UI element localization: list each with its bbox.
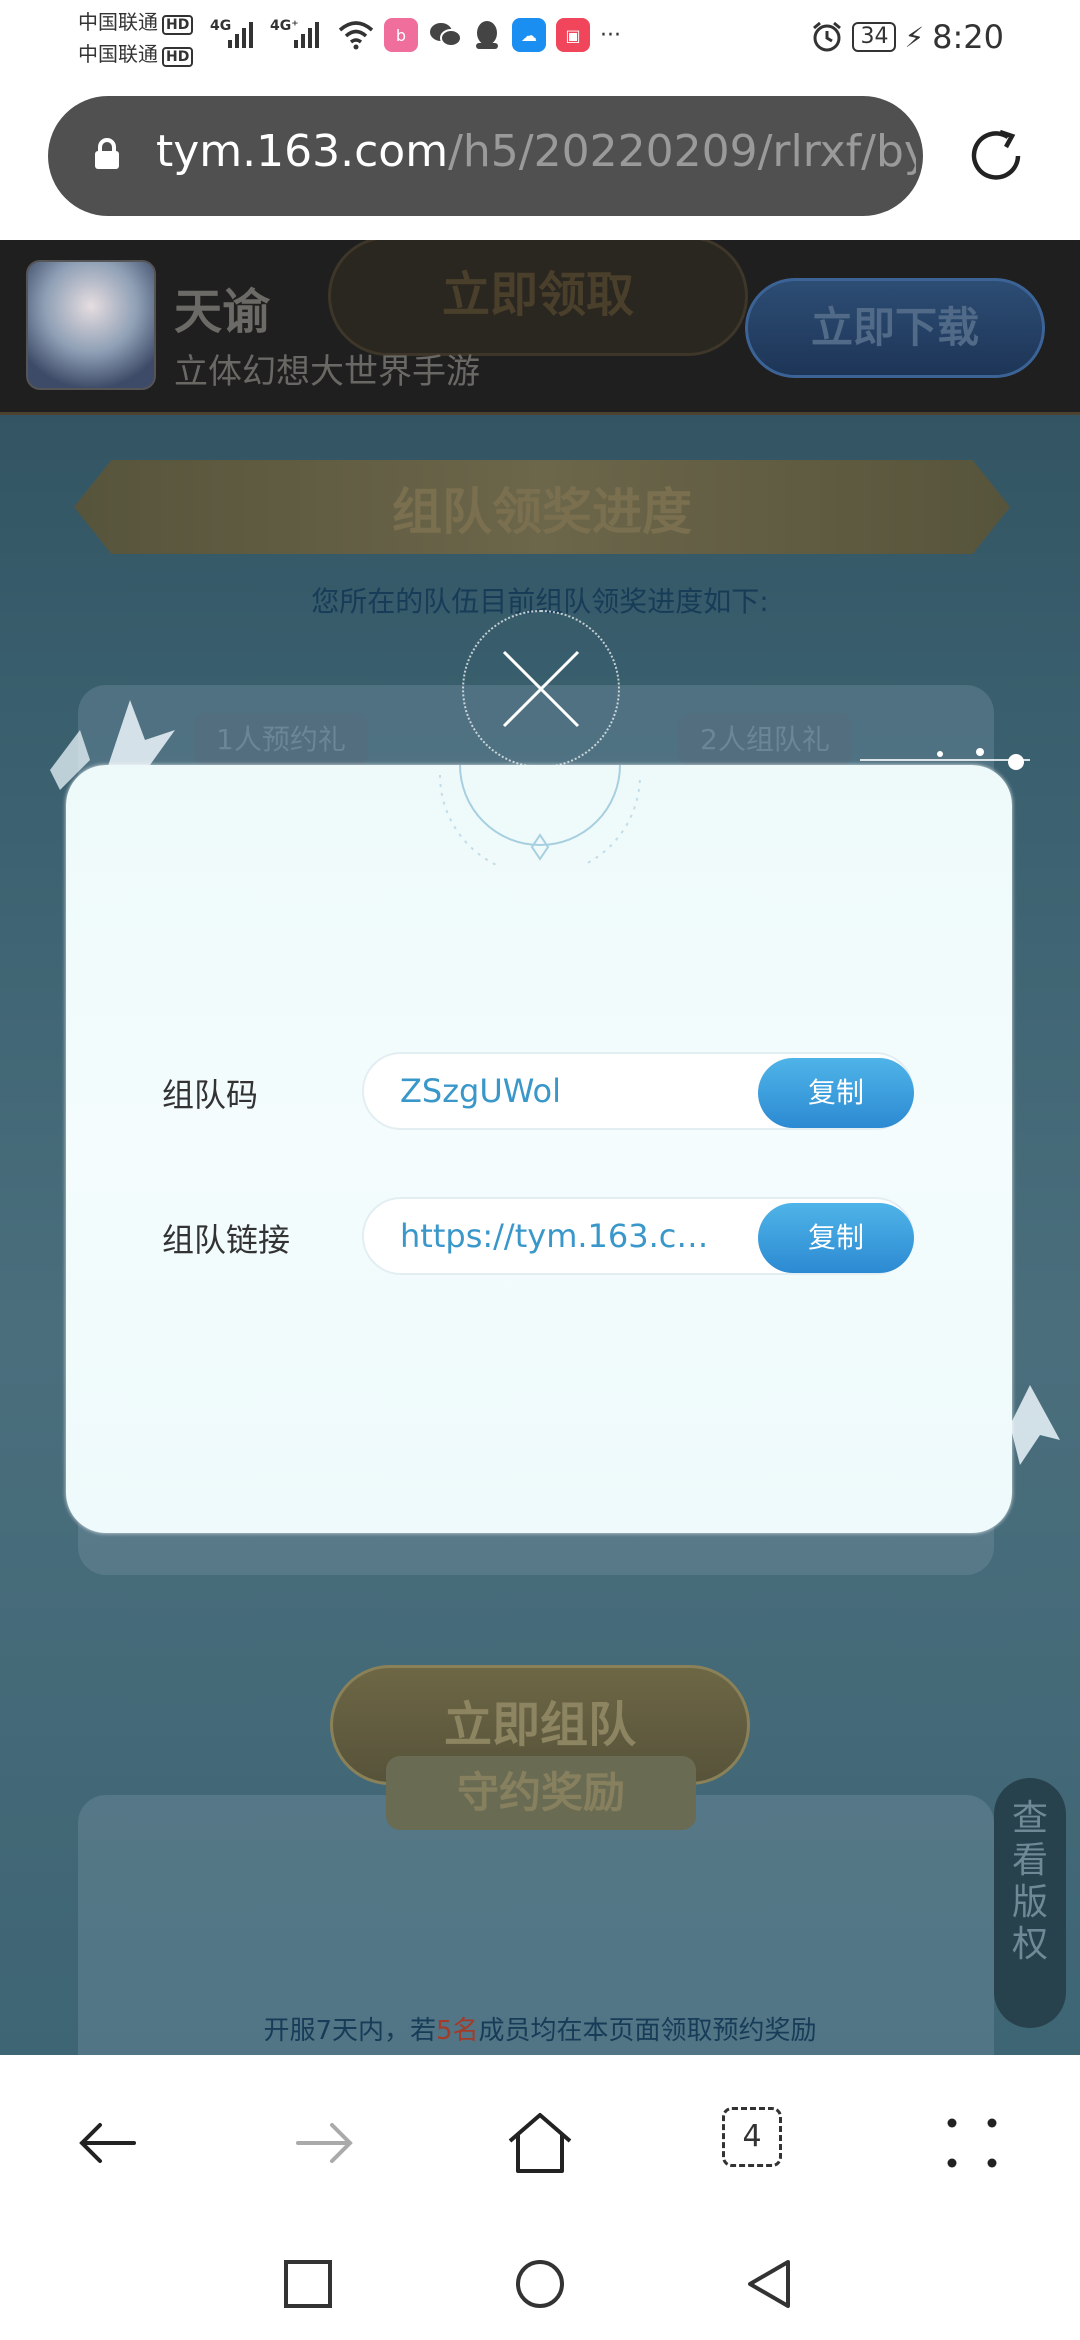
copy-team-link-button[interactable]: 复制: [758, 1203, 914, 1273]
url-text[interactable]: tym.163.com/h5/20220209/rlrxf/by: [156, 126, 916, 177]
battery-level: 34: [852, 22, 897, 52]
app-download-banner: 立即领取 天谕 立体幻想大世界手游 立即下载: [0, 240, 1080, 415]
game-subtitle: 立体幻想大世界手游: [174, 352, 480, 392]
signal-icon-2: [294, 20, 319, 48]
status-bar: 中国联通 HD 中国联通 HD 4G 4G⁺ b ☁ ▣ ··· 34 ⚡ 8:…: [0, 0, 1080, 72]
qq-icon: [476, 21, 498, 49]
browser-toolbar: 4: [0, 2055, 1080, 2230]
browser-address-row: tym.163.com/h5/20220209/rlrxf/by: [0, 72, 1080, 240]
download-now-button[interactable]: 立即下载: [745, 278, 1045, 378]
wifi-icon: [338, 21, 374, 50]
carrier-1: 中国联通 HD: [78, 6, 194, 35]
system-navigation-bar: [0, 2230, 1080, 2340]
section-banner: 组队领奖进度: [74, 460, 1010, 554]
menu-icon[interactable]: [936, 2107, 1008, 2179]
team-link-value: https://tym.163.com/h5/20220209/rlrxf/: [400, 1217, 710, 1255]
game-name: 天谕: [174, 284, 271, 340]
team-share-modal: 组队码 ZSzgUWol 复制 组队链接 https://tym.163.com…: [66, 765, 1012, 1533]
section-title: 组队领奖进度: [392, 482, 692, 541]
view-copyright-button[interactable]: 查看版权: [994, 1778, 1066, 2028]
clock: 8:20: [932, 18, 1004, 56]
huawei-app-icon: ▣: [556, 18, 590, 52]
more-notifications: ···: [600, 22, 621, 48]
gift-2-label: 2人组队礼: [678, 713, 852, 767]
tabs-button[interactable]: 4: [722, 2107, 794, 2179]
forward-icon[interactable]: [288, 2107, 360, 2179]
status-right: 34 ⚡ 8:20: [810, 18, 1004, 56]
notification-icons: b ☁ ▣ ···: [338, 18, 621, 52]
reward-title: 守约奖励: [386, 1756, 696, 1830]
bilibili-icon: b: [384, 18, 418, 52]
home-icon[interactable]: [504, 2107, 576, 2179]
carrier-2: 中国联通 HD: [78, 38, 194, 67]
claim-now-button[interactable]: 立即领取: [328, 240, 748, 356]
team-code-field: ZSzgUWol 复制: [362, 1052, 914, 1130]
reload-icon[interactable]: [964, 124, 1028, 188]
gift-1-label: 1人预约礼: [194, 713, 368, 767]
charging-icon: ⚡: [904, 20, 925, 54]
home-nav-icon[interactable]: [514, 2258, 566, 2310]
team-link-label: 组队链接: [162, 1221, 291, 1259]
alarm-icon: [813, 21, 842, 52]
back-icon[interactable]: [72, 2107, 144, 2179]
reward-description: 开服7天内，若5名成员均在本页面领取预约奖励: [263, 2016, 817, 2046]
weather-icon: ☁: [512, 18, 546, 52]
team-link-field: https://tym.163.com/h5/20220209/rlrxf/ 复…: [362, 1197, 914, 1275]
recent-apps-icon[interactable]: [282, 2258, 334, 2310]
team-code-label: 组队码: [162, 1076, 259, 1114]
view-copyright-label: 查看版权: [1011, 1798, 1048, 1965]
team-code-value: ZSzgUWol: [400, 1072, 561, 1110]
back-nav-icon[interactable]: [744, 2258, 796, 2310]
copy-team-code-button[interactable]: 复制: [758, 1058, 914, 1128]
tab-count: 4: [722, 2107, 782, 2167]
address-bar[interactable]: tym.163.com/h5/20220209/rlrxf/by: [48, 96, 923, 216]
lock-icon: [95, 138, 119, 169]
signal-icon: [228, 20, 253, 48]
modal-top-ornament: [439, 765, 641, 865]
wechat-icon: [430, 23, 462, 47]
close-icon[interactable]: [494, 642, 588, 736]
game-app-icon: [26, 260, 156, 390]
